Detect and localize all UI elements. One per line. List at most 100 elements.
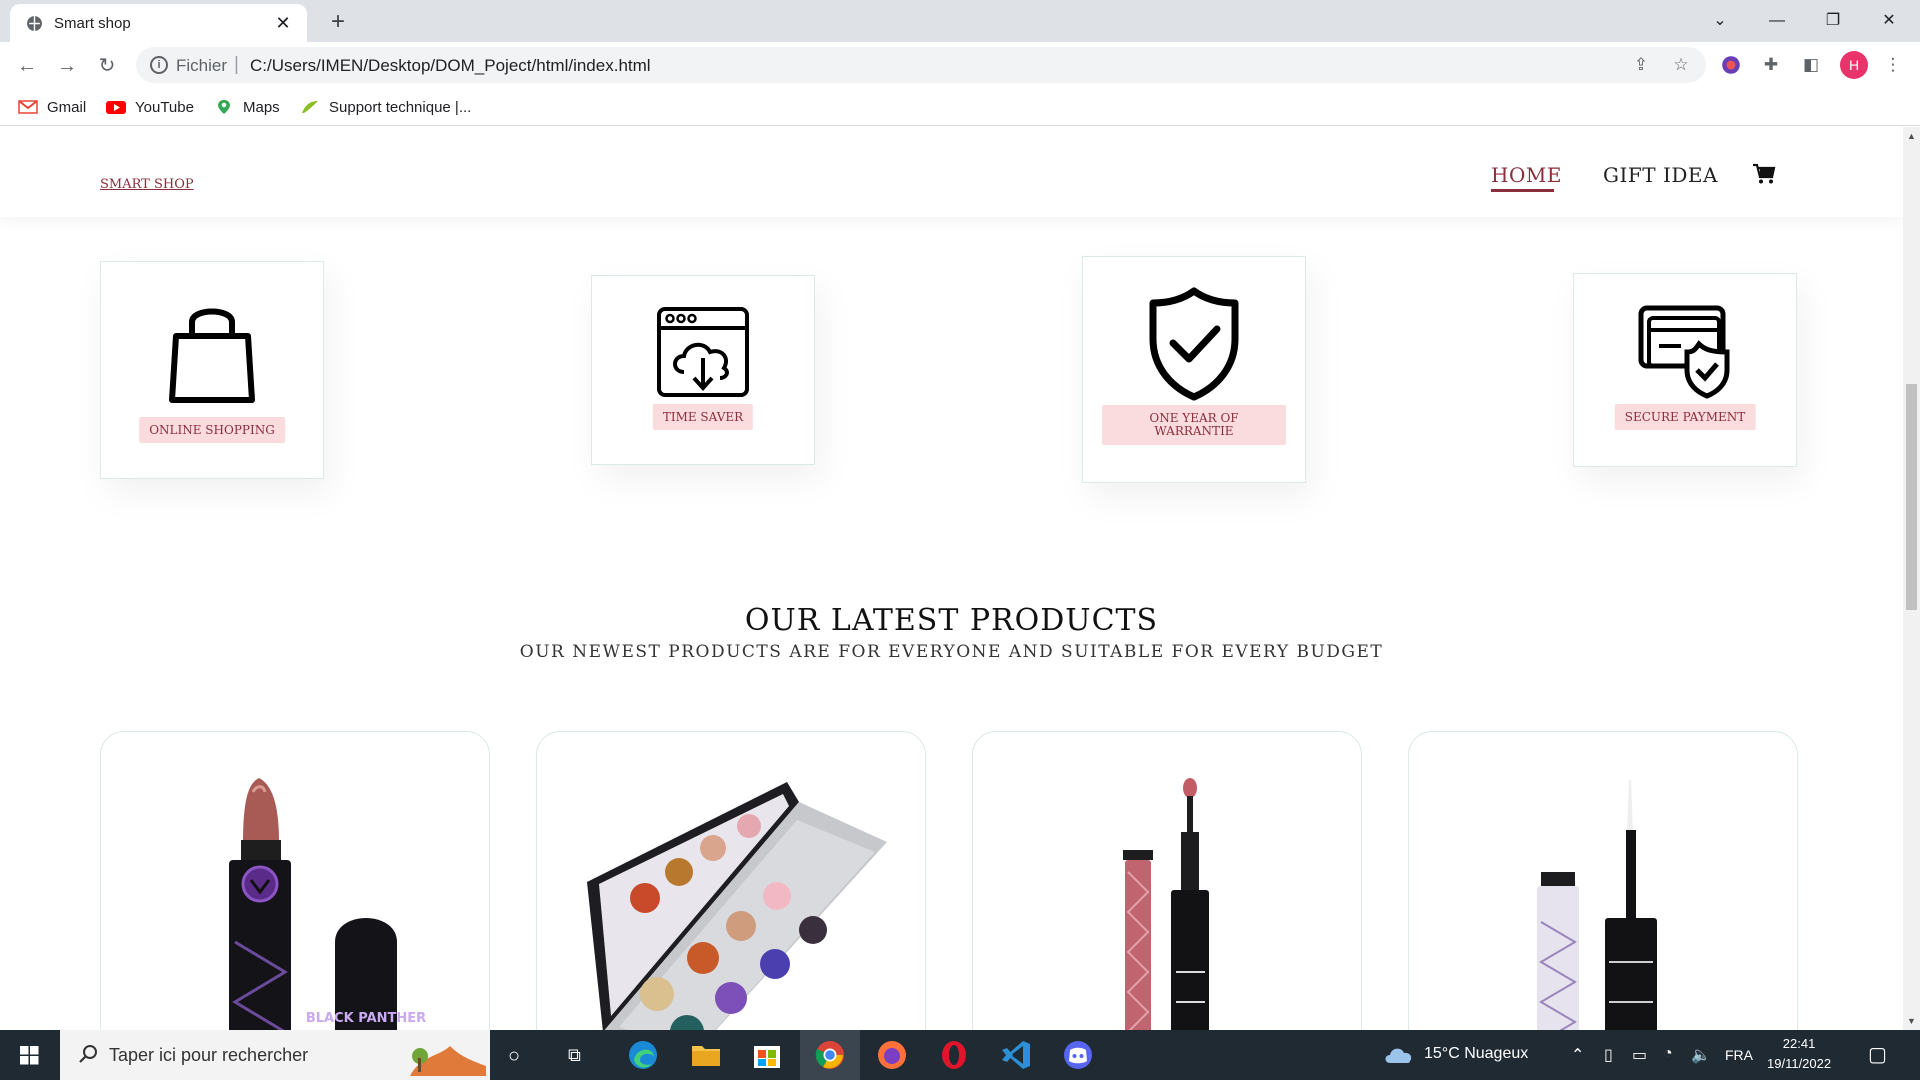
scroll-up-arrow-icon[interactable]: ▲	[1907, 131, 1916, 141]
page-viewport: SMART SHOP HOME GIFT IDEA ONLINE SHOPPIN…	[0, 127, 1903, 1030]
battery-icon[interactable]: ▭	[1632, 1045, 1647, 1065]
bookmarks-bar: Gmail YouTube Maps Support technique |..…	[0, 88, 1920, 126]
extensions-puzzle-icon[interactable]: ✚	[1760, 54, 1782, 76]
nav-gift-idea[interactable]: GIFT IDEA	[1603, 163, 1718, 187]
shopping-bag-icon	[169, 308, 255, 403]
task-view-icon[interactable]: ⧉	[568, 1045, 581, 1066]
bookmark-label: Gmail	[47, 98, 87, 116]
new-tab-button[interactable]: +	[324, 8, 352, 36]
scrollbar-thumb[interactable]	[1906, 384, 1917, 610]
close-window-button[interactable]: ✕	[1866, 6, 1912, 36]
tab-search-icon[interactable]: ⌄	[1697, 6, 1743, 36]
globe-icon	[27, 16, 42, 31]
feature-label: ONLINE SHOPPING	[139, 417, 285, 443]
chrome-icon[interactable]	[813, 1038, 847, 1072]
site-info-icon[interactable]: i	[150, 56, 168, 74]
secure-card-icon	[1638, 305, 1730, 399]
clock-time: 22:41	[1782, 1036, 1816, 1051]
address-bar[interactable]: i Fichier | C:/Users/IMEN/Desktop/DOM_Po…	[136, 47, 1706, 83]
edge-icon[interactable]	[626, 1038, 660, 1072]
side-panel-icon[interactable]: ◧	[1800, 54, 1822, 76]
bookmark-maps[interactable]: Maps	[214, 96, 280, 118]
bookmark-label: Maps	[243, 98, 280, 116]
bookmark-gmail[interactable]: Gmail	[18, 96, 86, 118]
feature-label: TIME SAVER	[652, 404, 754, 430]
feature-label: SECURE PAYMENT	[1614, 404, 1756, 430]
minimize-button[interactable]: —	[1754, 6, 1800, 36]
scroll-down-arrow-icon[interactable]: ▼	[1907, 1016, 1916, 1026]
extension-color-icon[interactable]	[1720, 54, 1742, 76]
shield-check-icon	[1149, 287, 1239, 401]
search-highlight-illustration	[410, 1046, 486, 1076]
feature-online-shopping: ONLINE SHOPPING	[100, 261, 324, 479]
gmail-icon	[18, 100, 38, 114]
bookmark-label: Support technique |...	[329, 98, 472, 116]
forward-button[interactable]: →	[51, 50, 83, 82]
share-icon[interactable]: ⇪	[1630, 55, 1652, 77]
notifications-icon[interactable]: ▢	[1868, 1042, 1887, 1067]
windows-start-icon[interactable]	[0, 1030, 60, 1080]
lipstick-image: BLACK PANTHER	[229, 778, 426, 1030]
product-card-palette[interactable]	[536, 731, 926, 1030]
back-button[interactable]: ←	[11, 50, 43, 82]
taskbar-search[interactable]: Taper ici pour rechercher	[60, 1030, 490, 1080]
vscode-icon[interactable]	[999, 1038, 1033, 1072]
feature-time-saver: TIME SAVER	[591, 275, 815, 465]
firefox-icon[interactable]	[875, 1038, 909, 1072]
browser-toolbar: ← → ↻ i Fichier | C:/Users/IMEN/Desktop/…	[0, 42, 1920, 88]
search-icon	[79, 1045, 97, 1063]
site-header: SMART SHOP HOME GIFT IDEA	[0, 127, 1903, 217]
store-icon[interactable]	[750, 1038, 784, 1072]
cloud-download-icon	[657, 307, 749, 397]
tray-device-icon[interactable]: ▯	[1604, 1045, 1613, 1065]
language-indicator[interactable]: FRA	[1725, 1047, 1753, 1063]
url-text[interactable]: C:/Users/IMEN/Desktop/DOM_Poject/html/in…	[250, 56, 651, 76]
clock-date: 19/11/2022	[1767, 1056, 1832, 1071]
search-placeholder: Taper ici pour rechercher	[109, 1045, 309, 1065]
brand-link[interactable]: SMART SHOP	[100, 177, 194, 192]
youtube-icon	[106, 101, 126, 114]
section-subtitle: OUR NEWEST PRODUCTS ARE FOR EVERYONE AND…	[519, 642, 1384, 662]
taskbar-clock[interactable]: 22:41 19/11/2022	[1767, 1034, 1831, 1074]
wifi-icon[interactable]: ◔	[1663, 1045, 1673, 1063]
lip-gloss-image	[1123, 778, 1209, 1030]
product-card-eyeliner[interactable]	[1408, 731, 1798, 1030]
weather-text[interactable]: 15°C Nuageux	[1424, 1045, 1528, 1063]
bookmark-support[interactable]: Support technique |...	[300, 96, 471, 118]
active-nav-underline	[1491, 189, 1554, 192]
close-tab-icon[interactable]: ✕	[271, 11, 295, 35]
url-separator: |	[234, 54, 239, 75]
feature-secure-payment: SECURE PAYMENT	[1573, 273, 1797, 467]
product-card-lipgloss[interactable]	[972, 731, 1362, 1030]
volume-icon[interactable]: 🔈	[1691, 1045, 1711, 1065]
bookmark-youtube[interactable]: YouTube	[106, 96, 194, 118]
product-card-lipstick[interactable]: BLACK PANTHER	[100, 731, 490, 1030]
cart-icon[interactable]	[1752, 163, 1776, 185]
windows-taskbar: Taper ici pour rechercher ○ ⧉ 15°C Nuage…	[0, 1030, 1920, 1080]
lipstick-brand-text: BLACK PANTHER	[306, 1011, 426, 1026]
menu-kebab-icon[interactable]: ⋮	[1882, 54, 1904, 76]
discord-icon[interactable]	[1061, 1038, 1095, 1072]
reload-button[interactable]: ↻	[91, 50, 123, 82]
weather-cloud-icon	[1385, 1048, 1412, 1063]
bookmark-label: YouTube	[135, 98, 194, 116]
section-title: OUR LATEST PRODUCTS	[744, 603, 1159, 638]
eyeshadow-palette-image	[587, 782, 887, 1030]
page-scrollbar[interactable]: ▲ ▼	[1903, 127, 1920, 1030]
tab-title: Smart shop	[54, 15, 131, 32]
browser-tab[interactable]: Smart shop ✕	[10, 4, 307, 42]
profile-avatar[interactable]: H	[1840, 51, 1868, 79]
maximize-button[interactable]: ❐	[1810, 6, 1856, 36]
cortana-icon[interactable]: ○	[508, 1045, 520, 1068]
bookmark-star-icon[interactable]: ☆	[1670, 55, 1692, 77]
tray-chevron-icon[interactable]: ⌃	[1571, 1045, 1584, 1065]
opera-icon[interactable]	[937, 1038, 971, 1072]
support-icon	[302, 101, 318, 113]
url-scheme: Fichier	[176, 56, 228, 75]
nav-home[interactable]: HOME	[1491, 163, 1562, 187]
feature-label: ONE YEAR OF WARRANTIE	[1102, 405, 1286, 445]
file-explorer-icon[interactable]	[689, 1038, 723, 1072]
feature-warrantie: ONE YEAR OF WARRANTIE	[1082, 256, 1306, 483]
eyeliner-image	[1537, 780, 1657, 1030]
tab-bar: Smart shop ✕ + ⌄ — ❐ ✕	[0, 0, 1920, 42]
